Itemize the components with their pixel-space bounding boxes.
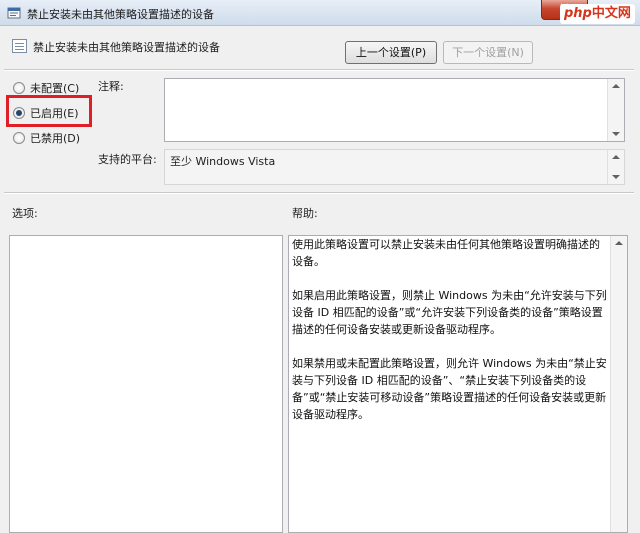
php-cn-logo: php中文网: [560, 4, 635, 24]
help-paragraph: 如果启用此策略设置，则禁止 Windows 为未由“允许安装与下列设备 ID 相…: [292, 289, 607, 336]
platform-label: 支持的平台:: [98, 153, 157, 166]
window-title: 禁止安装未由其他策略设置描述的设备: [27, 8, 214, 21]
help-paragraph: 如果禁用或未配置此策略设置，则允许 Windows 为未由“禁止安装与下列设备 …: [292, 357, 607, 421]
help-label: 帮助:: [292, 207, 318, 220]
scroll-up-icon[interactable]: [612, 84, 620, 88]
scroll-down-icon[interactable]: [612, 132, 620, 136]
radio-circle[interactable]: [13, 132, 25, 144]
highlight-box: [6, 95, 92, 127]
setting-title: 禁止安装未由其他策略设置描述的设备: [33, 41, 220, 54]
platform-scrollbar[interactable]: [607, 150, 624, 184]
policy-setting-icon: [12, 39, 27, 53]
comment-textarea[interactable]: [164, 78, 625, 142]
help-text: 使用此策略设置可以禁止安装未由任何其他策略设置明确描述的设备。 如果启用此策略设…: [292, 236, 610, 440]
comment-scrollbar[interactable]: [607, 79, 624, 141]
platform-value: 至少 Windows Vista: [170, 155, 276, 168]
policy-app-icon: [7, 7, 21, 19]
radio-circle[interactable]: [13, 82, 25, 94]
section-divider: [4, 192, 634, 194]
comment-label: 注释:: [98, 80, 124, 93]
scroll-down-icon[interactable]: [612, 175, 620, 179]
help-paragraph: 使用此策略设置可以禁止安装未由任何其他策略设置明确描述的设备。: [292, 238, 600, 268]
options-label: 选项:: [12, 207, 38, 220]
scroll-up-icon[interactable]: [612, 155, 620, 159]
previous-setting-button[interactable]: 上一个设置(P): [345, 41, 437, 64]
header-divider: [4, 69, 634, 71]
help-scrollbar[interactable]: [610, 236, 627, 532]
platform-field: 至少 Windows Vista: [164, 149, 625, 185]
radio-disabled[interactable]: 已禁用(D): [13, 130, 80, 148]
options-pane: [9, 235, 283, 533]
next-setting-button[interactable]: 下一个设置(N): [443, 41, 533, 64]
scroll-up-icon[interactable]: [615, 241, 623, 245]
